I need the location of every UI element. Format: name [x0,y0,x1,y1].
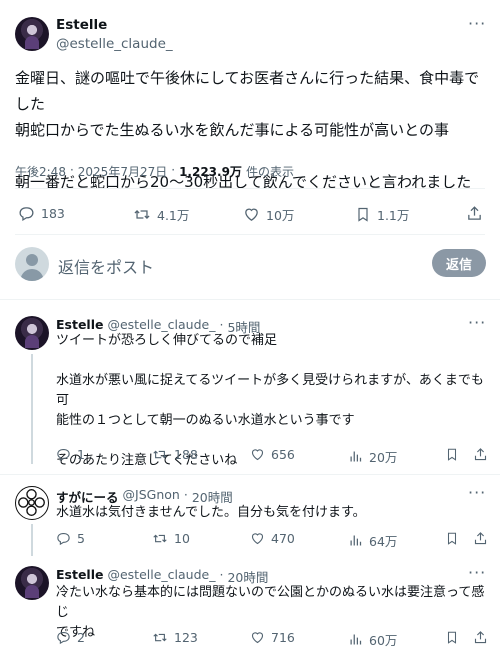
like-action[interactable]: 470 [250,531,295,546]
retweet-action[interactable]: 10 [152,531,190,546]
reply-action[interactable]: 5 [56,531,85,546]
author-handle[interactable]: @estelle_claude_ [56,36,173,52]
retweet-count: 10 [174,531,190,546]
reply-icon [18,205,41,222]
retweet-icon [152,531,174,546]
heart-icon [250,447,271,462]
more-icon[interactable]: ··· [468,313,486,332]
reply-avatar[interactable] [15,486,49,520]
reply-action[interactable]: 183 [18,205,65,222]
view-count-suffix: 件の表示 [245,165,294,179]
reply-count: 183 [41,206,65,221]
share-icon [473,630,494,645]
share-action[interactable] [473,531,494,546]
retweet-action[interactable]: 123 [152,630,198,645]
share-icon [473,447,494,462]
views-action[interactable]: 64万 [348,531,397,550]
bookmark-icon [445,447,465,462]
divider [15,234,485,235]
reply-icon [56,630,77,645]
retweet-action[interactable]: 4.1万 [133,205,189,224]
reply-text: 水道水は気付きませんでした。自分も気を付けます。 [56,505,366,520]
more-icon[interactable]: ··· [468,483,486,502]
views-icon [348,632,369,647]
bookmark-icon [445,630,465,645]
author-name[interactable]: Estelle [56,17,107,33]
views-count: 20万 [369,450,398,465]
divider [15,188,485,189]
views-icon [348,449,369,464]
meta-separator: · [69,163,74,177]
bookmark-icon [445,531,465,546]
share-action[interactable] [466,205,489,222]
reply-count: 5 [77,531,85,546]
tweet-time[interactable]: 午後2:48 [15,163,66,180]
retweet-icon [133,206,157,223]
reply-count: 2 [77,630,85,645]
reply-submit-button[interactable]: 返信 [432,249,486,277]
divider [0,474,500,475]
bookmark-action[interactable] [445,447,465,462]
bookmark-count: 1.1万 [377,208,410,223]
views-action[interactable]: 60万 [348,630,397,649]
heart-icon [243,206,266,223]
share-action[interactable] [473,630,494,645]
tweet-meta: 午後2:48 · 2025年7月27日 · 1,223.9万 件の表示 [15,163,294,180]
reply-icon [56,447,77,462]
reply-avatar[interactable] [15,566,49,600]
share-icon [466,205,489,222]
reply-input[interactable]: 返信をポスト [58,254,154,278]
tweet-date[interactable]: 2025年7月27日 [78,163,167,180]
thread-line [31,354,33,464]
reply-count: 1 [77,447,85,462]
views-icon [348,533,369,548]
meta-separator: · [171,163,176,177]
author-avatar[interactable] [15,17,49,51]
divider [0,299,500,300]
thread-line [31,524,33,556]
like-count: 716 [271,630,295,645]
like-count: 656 [271,447,295,462]
retweet-icon [152,630,174,645]
like-count: 470 [271,531,295,546]
views-action[interactable]: 20万 [348,447,397,466]
reply-icon [56,531,77,546]
retweet-count: 123 [174,630,198,645]
retweet-icon [152,447,174,462]
retweet-count: 188 [174,447,198,462]
reply-action[interactable]: 1 [56,447,85,462]
views-count: 60万 [369,633,398,648]
heart-icon [250,630,271,645]
views-count: 64万 [369,534,398,549]
bookmark-icon [355,206,377,223]
user-avatar [15,247,49,281]
more-icon[interactable]: ··· [468,14,486,33]
heart-icon [250,531,271,546]
share-action[interactable] [473,447,494,462]
like-action[interactable]: 656 [250,447,295,462]
retweet-action[interactable]: 188 [152,447,198,462]
like-action[interactable]: 716 [250,630,295,645]
more-icon[interactable]: ··· [468,563,486,582]
view-count: 1,223.9万 [179,165,242,179]
bookmark-action[interactable]: 1.1万 [355,205,409,224]
share-icon [473,531,494,546]
like-action[interactable]: 10万 [243,205,294,224]
like-count: 10万 [266,208,295,223]
retweet-count: 4.1万 [157,208,190,223]
reply-avatar[interactable] [15,316,49,350]
bookmark-action[interactable] [445,531,465,546]
reply-action[interactable]: 2 [56,630,85,645]
bookmark-action[interactable] [445,630,465,645]
